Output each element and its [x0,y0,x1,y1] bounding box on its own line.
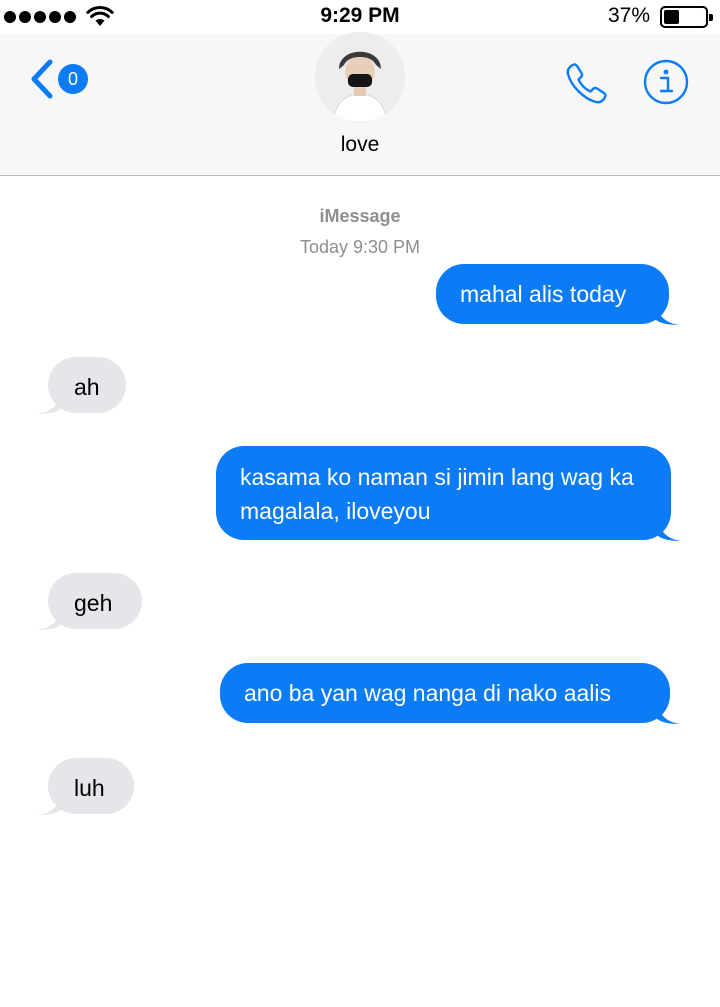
chevron-left-icon [31,59,53,99]
bubble-tail [38,791,62,815]
avatar-photo [315,32,405,122]
received-message-bubble[interactable]: geh [38,573,142,630]
bubble-tail [655,301,679,325]
bubble-tail [38,390,62,414]
received-message-bubble[interactable]: ah [38,357,126,414]
sent-message-bubble[interactable]: ano ba yan wag nanga di nako aalis [220,663,680,724]
sent-message-bubble[interactable]: mahal alis today [436,264,679,325]
back-button[interactable]: 0 [28,58,88,100]
message-timestamp: Today 9:30 PM [299,237,421,257]
status-bar: 9:29 PM 37% [0,0,720,34]
message-text: ano ba yan wag nanga di nako aalis [244,680,612,706]
bubble-tail [657,517,681,541]
bubble-tail [656,700,680,724]
unread-count-badge: 0 [58,64,88,94]
battery-icon [660,6,713,28]
bubble-tail [38,606,62,630]
message-text: luh [74,775,105,801]
contact-name[interactable]: love [0,133,720,157]
service-label: iMessage [319,206,401,226]
info-icon[interactable] [642,58,690,106]
received-message-bubble[interactable]: luh [38,758,134,815]
message-text: mahal alis today [460,281,627,307]
message-text: ah [74,374,100,400]
conversation-header: 0 love [0,32,720,176]
battery-percent: 37% [607,4,650,27]
sent-message-bubble[interactable]: kasama ko naman si jimin lang wag ka mag… [216,446,681,541]
contact-avatar[interactable] [315,32,405,122]
message-text: kasama ko naman si jimin lang wag ka mag… [240,464,634,524]
message-text: geh [74,590,113,616]
phone-icon[interactable] [562,60,610,108]
